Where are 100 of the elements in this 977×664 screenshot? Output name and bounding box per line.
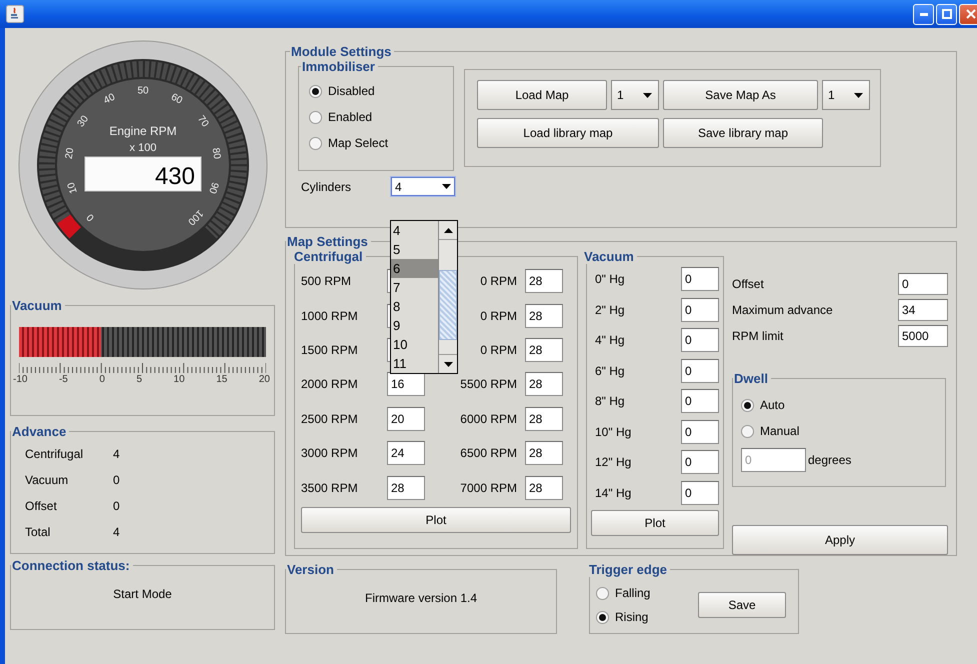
- degrees-label: degrees: [808, 453, 852, 467]
- rpm-label: 2500 RPM: [301, 412, 359, 426]
- input-field[interactable]: 28: [525, 476, 563, 500]
- input-field[interactable]: 0: [681, 420, 719, 444]
- list-item[interactable]: 9: [391, 316, 438, 335]
- group-title: Vacuum: [11, 298, 63, 313]
- scale-label: 0: [99, 374, 105, 385]
- load-library-button[interactable]: Load library map: [477, 118, 659, 148]
- input-field[interactable]: 16: [387, 372, 425, 396]
- list-item[interactable]: 5: [391, 240, 438, 259]
- input-field[interactable]: 0: [681, 267, 719, 292]
- vacuum-label: 0" Hg: [595, 272, 625, 286]
- input-field[interactable]: 28: [525, 406, 563, 431]
- caret-icon: [442, 184, 451, 189]
- scale-label: 20: [258, 374, 270, 385]
- input-field[interactable]: 0: [681, 389, 719, 414]
- plot-button[interactable]: Plot: [301, 506, 571, 533]
- advance-value: 4: [113, 525, 120, 539]
- caret-icon: [854, 92, 863, 98]
- input-field[interactable]: 28: [525, 269, 563, 294]
- radio-button[interactable]: Map Select: [309, 130, 443, 156]
- vacuum-label: 4" Hg: [595, 333, 625, 348]
- rpm-label: 0 RPM: [480, 308, 517, 323]
- input-field[interactable]: 20: [387, 406, 425, 431]
- slot-dropdown[interactable]: 1: [822, 80, 870, 110]
- app-icon: [6, 5, 24, 23]
- input-field[interactable]: 0: [681, 450, 719, 474]
- cylinders-dropdown[interactable]: 4: [391, 177, 455, 196]
- input-field[interactable]: 0: [681, 298, 719, 322]
- field-label: RPM limit: [732, 329, 784, 343]
- radio-button[interactable]: Rising: [596, 605, 650, 629]
- list-item[interactable]: 8: [391, 297, 438, 316]
- caret-icon: [643, 92, 652, 98]
- radio-button[interactable]: Manual: [741, 418, 937, 444]
- input-field[interactable]: 0: [681, 358, 719, 383]
- scale-label: 0: [84, 211, 96, 224]
- group-title: Module Settings: [290, 44, 392, 59]
- list-item[interactable]: 4: [391, 221, 438, 240]
- scale-label: 40: [102, 92, 116, 107]
- input-field[interactable]: 0: [898, 273, 948, 295]
- vacuum-label: 10" Hg: [595, 424, 632, 439]
- advance-value: 4: [113, 447, 120, 461]
- field-label: Offset: [732, 277, 764, 291]
- scrollbar[interactable]: [438, 221, 457, 373]
- apply-button[interactable]: Apply: [732, 525, 948, 555]
- vacuum-label: 6" Hg: [595, 364, 625, 378]
- list-item[interactable]: 7: [391, 278, 438, 297]
- group-title: Trigger edge: [588, 562, 668, 577]
- minimize-icon: [920, 12, 928, 16]
- load-map-button[interactable]: Load Map: [477, 80, 607, 110]
- input-field[interactable]: 28: [525, 441, 563, 466]
- scale-label: 5: [136, 374, 142, 385]
- list-item[interactable]: 6: [391, 259, 438, 278]
- group-title: Vacuum: [583, 249, 635, 264]
- scale-label: 50: [136, 86, 148, 97]
- scale-label: 15: [216, 374, 228, 385]
- input-field[interactable]: 28: [525, 338, 563, 362]
- plot-button[interactable]: Plot: [591, 510, 719, 536]
- scale-label: 10: [65, 180, 80, 195]
- group-title: Centrifugal: [293, 249, 364, 264]
- minimize-button[interactable]: [913, 4, 934, 24]
- input-field[interactable]: 0: [681, 480, 719, 505]
- group-title: Version: [286, 562, 335, 577]
- gauge-unit: x 100: [129, 142, 156, 154]
- group-title: Map Settings: [286, 234, 369, 249]
- radio-button[interactable]: Enabled: [309, 104, 443, 130]
- maximize-button[interactable]: [936, 4, 957, 24]
- rpm-label: 0 RPM: [480, 342, 517, 357]
- advance-label: Vacuum: [25, 473, 70, 487]
- input-field[interactable]: 0: [681, 328, 719, 352]
- input-field[interactable]: 34: [898, 299, 948, 321]
- slot-dropdown[interactable]: 1: [611, 80, 659, 110]
- input-field[interactable]: 28: [387, 476, 425, 500]
- input-field[interactable]: 5000: [898, 325, 948, 347]
- rpm-label: 7000 RPM: [460, 480, 517, 495]
- rpm-label: 2000 RPM: [301, 377, 359, 392]
- radio-button[interactable]: Disabled: [309, 78, 443, 104]
- close-button[interactable]: [959, 4, 977, 24]
- scale-label: 80: [209, 147, 222, 160]
- list-item[interactable]: 10: [391, 335, 438, 354]
- save-button[interactable]: Save: [698, 592, 786, 618]
- radio-button[interactable]: Auto: [741, 392, 937, 418]
- maximize-icon: [942, 9, 952, 19]
- group-title: Advance: [11, 424, 68, 439]
- advance-label: Offset: [25, 499, 58, 513]
- scale-label: 70: [194, 114, 210, 130]
- rpm-label: 6500 RPM: [460, 446, 517, 460]
- scale-label: 30: [75, 114, 90, 130]
- radio-button[interactable]: Falling: [596, 581, 650, 605]
- group-title: Dwell: [733, 371, 769, 386]
- group-title: Immobiliser: [301, 59, 376, 74]
- list-item[interactable]: 11: [391, 354, 438, 373]
- input-field[interactable]: 24: [387, 441, 425, 466]
- save-map-button[interactable]: Save Map As: [663, 80, 818, 110]
- scale-label: 10: [174, 374, 185, 385]
- input-field[interactable]: 28: [525, 372, 563, 396]
- input-field[interactable]: 28: [525, 304, 563, 328]
- scale-label: 100: [184, 207, 205, 228]
- save-library-button[interactable]: Save library map: [663, 118, 823, 148]
- scale-label: 20: [63, 147, 76, 160]
